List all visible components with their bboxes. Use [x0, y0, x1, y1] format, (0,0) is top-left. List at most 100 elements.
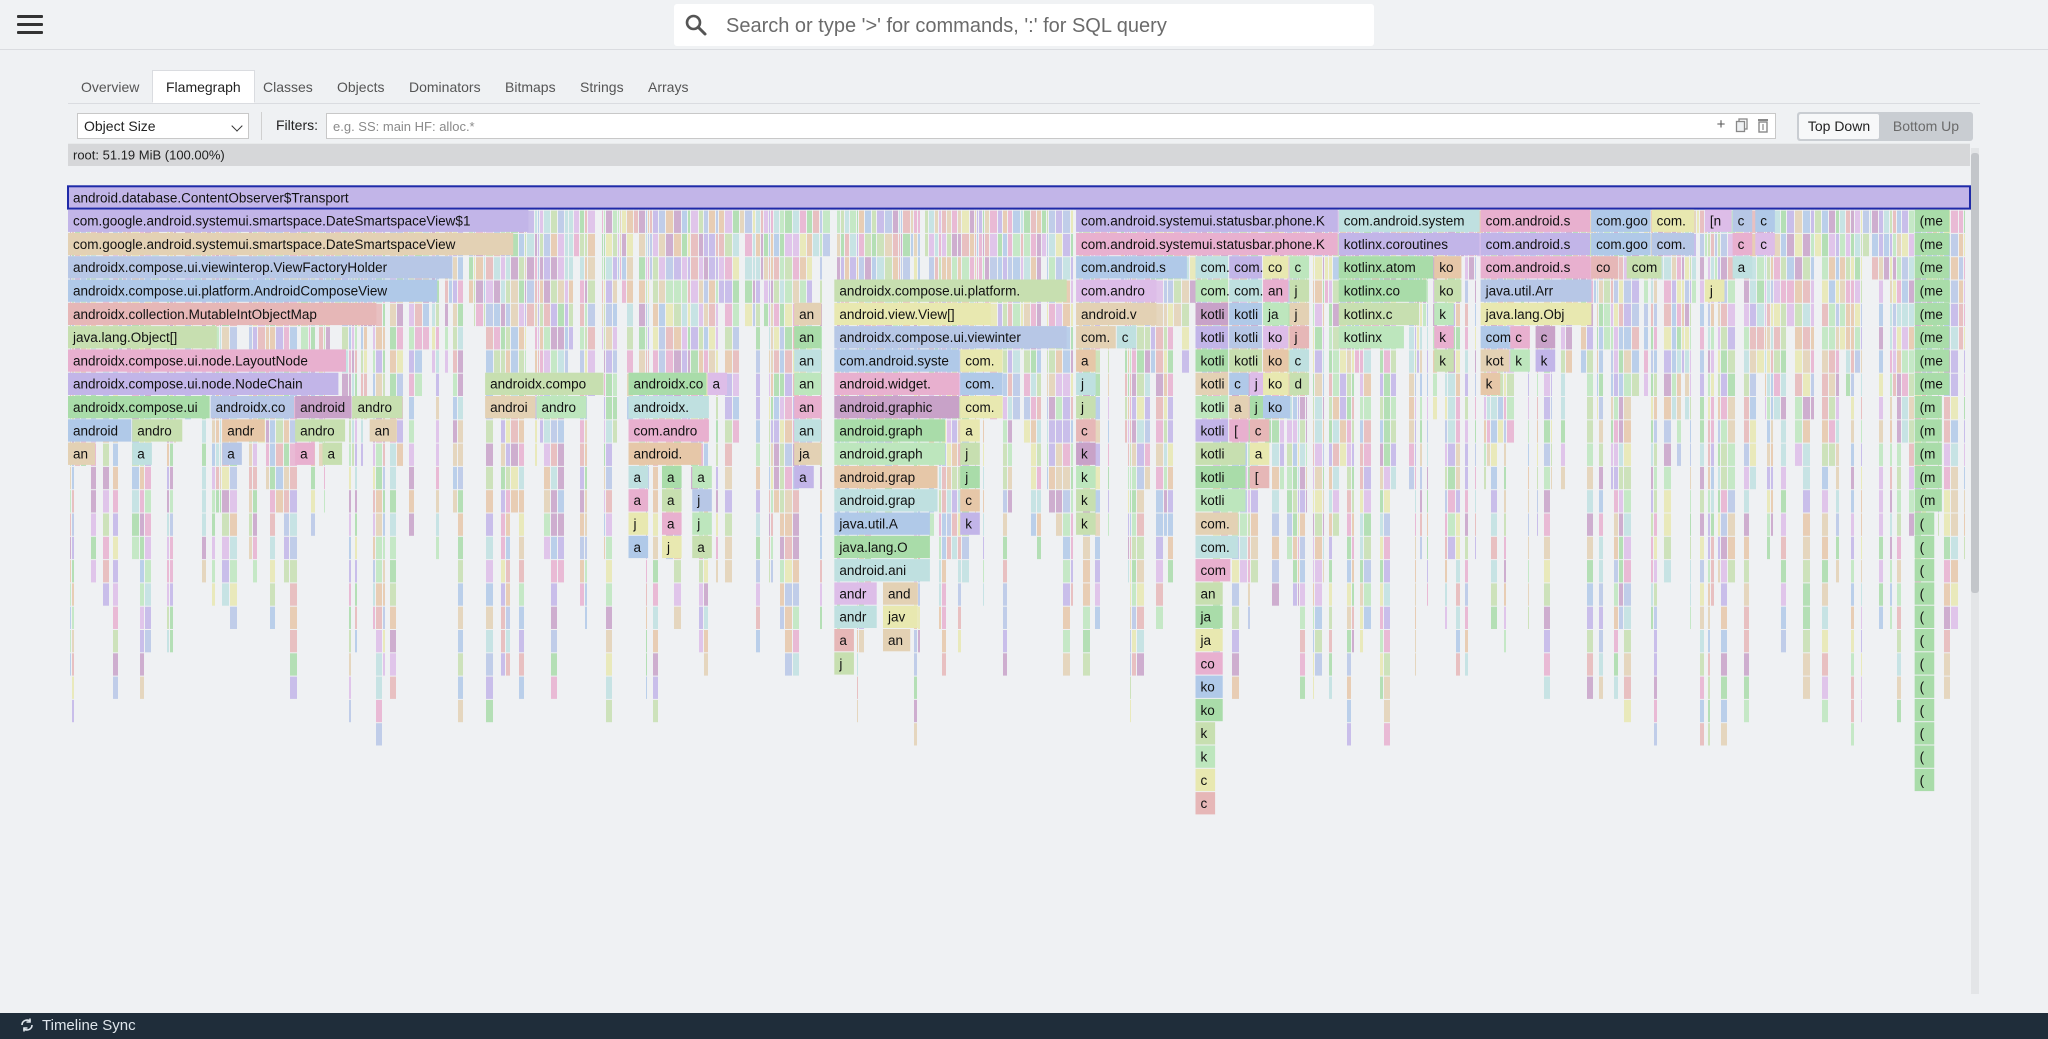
flame-frame[interactable] — [800, 210, 806, 233]
flame-frame[interactable] — [202, 420, 206, 443]
flame-frame[interactable] — [699, 560, 703, 583]
flame-frame[interactable] — [1465, 350, 1468, 373]
flame-frame[interactable] — [606, 420, 612, 443]
flame-frame[interactable] — [1164, 513, 1167, 536]
flame-frame[interactable] — [1465, 653, 1468, 676]
flame-frame[interactable] — [935, 210, 938, 233]
flame-frame[interactable] — [1744, 350, 1749, 373]
flame-frame[interactable] — [1651, 303, 1653, 327]
flame-frame[interactable] — [1771, 420, 1773, 443]
flame-frame[interactable] — [1851, 583, 1854, 606]
flame-frame[interactable] — [1654, 560, 1657, 583]
flame-frame[interactable] — [661, 535, 682, 559]
flame-frame[interactable] — [958, 257, 961, 280]
flame-frame[interactable] — [1644, 327, 1648, 350]
flame-frame[interactable] — [270, 466, 275, 490]
flame-frame[interactable] — [290, 513, 297, 536]
flame-frame[interactable] — [1329, 630, 1332, 653]
flame-frame[interactable] — [1352, 420, 1354, 443]
flame-frame[interactable] — [1095, 560, 1100, 583]
flame-frame[interactable] — [1130, 536, 1131, 560]
flame-frame[interactable] — [653, 630, 658, 653]
flame-frame[interactable] — [1664, 350, 1671, 373]
flame-frame[interactable] — [1537, 443, 1538, 466]
flame-frame[interactable] — [1811, 280, 1814, 303]
flame-frame[interactable] — [745, 233, 752, 257]
flame-frame[interactable] — [960, 442, 980, 465]
flame-frame[interactable] — [1315, 630, 1322, 653]
flame-frame[interactable] — [691, 257, 698, 280]
flame-frame[interactable] — [962, 536, 969, 560]
flame-frame[interactable] — [167, 630, 169, 653]
flame-frame[interactable] — [1711, 373, 1714, 396]
flame-frame[interactable] — [1829, 210, 1835, 233]
flame-frame[interactable] — [469, 257, 473, 280]
flame-frame[interactable] — [646, 560, 647, 583]
flame-frame[interactable] — [653, 536, 658, 560]
flame-frame[interactable] — [383, 303, 385, 327]
flame-frame[interactable] — [1682, 327, 1684, 350]
flame-frame[interactable] — [1861, 257, 1862, 280]
flame-frame[interactable] — [918, 630, 920, 653]
flame-frame[interactable] — [1718, 420, 1720, 443]
flame-frame[interactable] — [1811, 210, 1814, 233]
flame-frame[interactable] — [1959, 327, 1963, 350]
flame-frame[interactable] — [519, 606, 524, 629]
flame-frame[interactable] — [1664, 257, 1671, 280]
flame-frame[interactable] — [1323, 350, 1324, 373]
flame-frame[interactable] — [1013, 397, 1020, 420]
flame-frame[interactable] — [1893, 303, 1896, 327]
flame-frame[interactable] — [1708, 303, 1710, 327]
flame-frame[interactable] — [486, 443, 493, 466]
flame-frame[interactable] — [436, 536, 439, 560]
flame-frame[interactable] — [1893, 327, 1896, 350]
flame-frame[interactable] — [453, 280, 457, 303]
flame-frame[interactable] — [771, 257, 773, 280]
flame-frame[interactable] — [1071, 536, 1073, 560]
flame-frame[interactable] — [1095, 397, 1100, 420]
flame-frame[interactable] — [558, 280, 564, 303]
flame-frame[interactable] — [1427, 560, 1428, 583]
flame-frame[interactable] — [659, 303, 665, 327]
flame-frame[interactable] — [170, 536, 173, 560]
flame-frame[interactable] — [352, 420, 354, 443]
flame-frame[interactable] — [1711, 513, 1714, 536]
flame-frame[interactable] — [1721, 513, 1727, 536]
flame-frame[interactable] — [1685, 280, 1689, 303]
flame-frame[interactable] — [990, 210, 997, 233]
flame-frame[interactable] — [947, 420, 951, 443]
flame-frame[interactable] — [113, 443, 118, 466]
flame-frame[interactable] — [1654, 723, 1657, 746]
flame-frame[interactable] — [1840, 257, 1845, 280]
flame-frame[interactable] — [1721, 723, 1727, 746]
flame-frame[interactable] — [486, 303, 493, 327]
flame-frame[interactable] — [1427, 303, 1428, 327]
flame-frame[interactable] — [1829, 350, 1835, 373]
flame-frame[interactable] — [604, 350, 605, 373]
flame-frame[interactable] — [1624, 676, 1631, 699]
flame-frame[interactable] — [1815, 233, 1821, 257]
flame-frame[interactable] — [390, 490, 396, 513]
flame-frame[interactable] — [580, 513, 584, 536]
flame-frame[interactable] — [1132, 536, 1136, 560]
flame-frame[interactable] — [674, 327, 681, 350]
flame-frame[interactable] — [140, 653, 144, 676]
flame-frame[interactable] — [409, 490, 414, 513]
flame-frame[interactable] — [1300, 606, 1305, 629]
flame-frame[interactable] — [733, 420, 739, 443]
flame-frame[interactable] — [1333, 443, 1339, 466]
flame-frame[interactable] — [1897, 327, 1901, 350]
flame-frame[interactable] — [719, 210, 724, 233]
flame-frame[interactable] — [774, 210, 779, 233]
flame-frame[interactable] — [1767, 373, 1770, 396]
flame-frame[interactable] — [1360, 397, 1363, 420]
flame-frame[interactable] — [716, 420, 718, 443]
flame-frame[interactable] — [535, 303, 537, 327]
flame-frame[interactable] — [1587, 397, 1593, 420]
flame-frame[interactable] — [1240, 513, 1247, 536]
flame-frame[interactable] — [1944, 653, 1950, 676]
flame-frame[interactable] — [1951, 513, 1958, 536]
flame-frame[interactable] — [1465, 420, 1468, 443]
flame-frame[interactable] — [140, 676, 144, 699]
flame-frame[interactable] — [1409, 420, 1414, 443]
